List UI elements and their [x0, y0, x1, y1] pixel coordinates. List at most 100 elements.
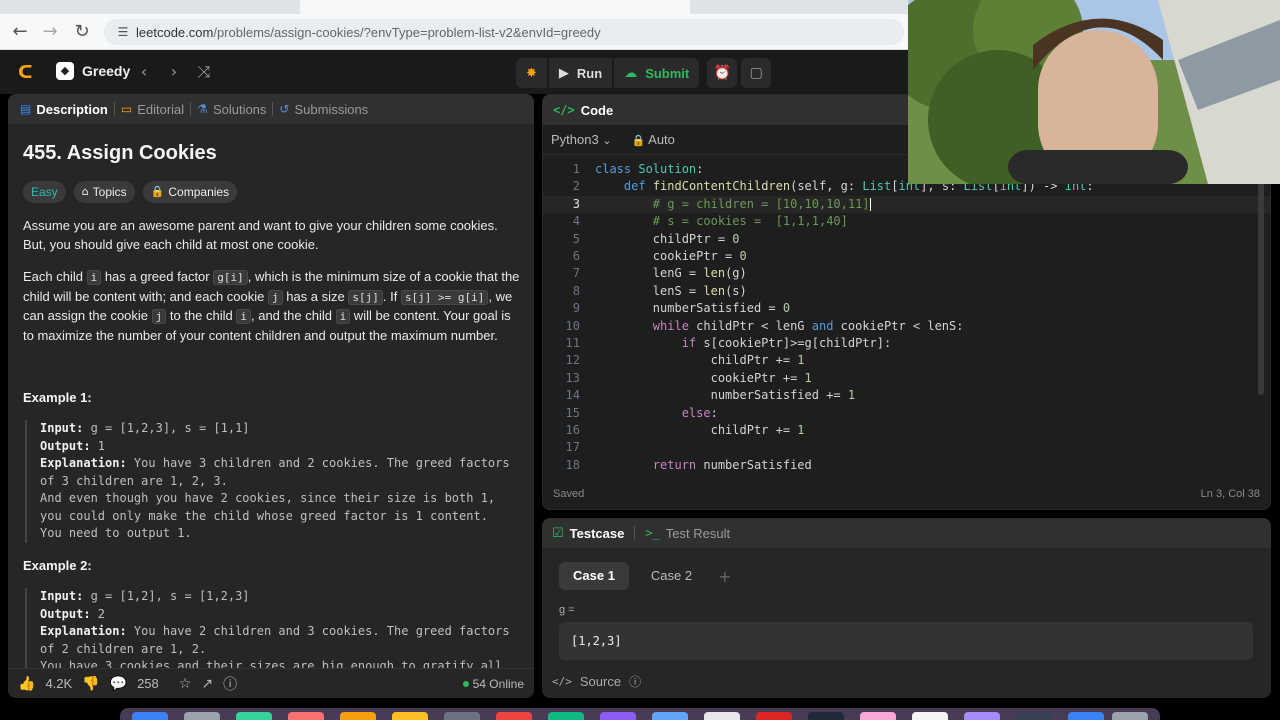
tab-testcase[interactable]: ☑ Testcase [552, 526, 624, 541]
share-icon[interactable]: ↗ [201, 676, 213, 692]
problem-list-button[interactable]: ◆ Greedy [56, 62, 130, 80]
tab-test-result[interactable]: >_ Test Result [645, 526, 730, 541]
code-line: 17 [565, 440, 580, 455]
code-title: Code [580, 102, 614, 118]
difficulty-badge: Easy [23, 181, 66, 203]
flask-icon: ⚗ [197, 102, 208, 116]
browser-tab[interactable] [300, 0, 690, 14]
case-tab-2[interactable]: Case 2 [637, 562, 706, 590]
tab-solutions[interactable]: ⚗ Solutions [191, 94, 272, 124]
case-tabs: Case 1 Case 2 + [559, 562, 732, 590]
online-dot [462, 681, 469, 687]
dock-app-icon[interactable] [236, 712, 272, 720]
comment-icon[interactable]: 💬 [110, 676, 127, 692]
dock-app-icon[interactable] [1068, 712, 1104, 720]
dock-app-icon[interactable] [132, 712, 168, 720]
help-icon[interactable]: ⓘ [223, 674, 237, 694]
example-2-block: Input: g = [1,2], s = [1,2,3] Output: 2 … [25, 588, 521, 676]
timer-icon[interactable]: ⏰ [707, 58, 738, 88]
add-case-icon[interactable]: + [718, 567, 731, 586]
dock-app-icon[interactable] [496, 712, 532, 720]
cursor-position: Ln 3, Col 38 [1200, 488, 1260, 500]
dock-app-icon[interactable] [860, 712, 896, 720]
dock-app-icon[interactable] [288, 712, 324, 720]
debug-icon[interactable]: ✸ [516, 58, 547, 88]
dock-app-icon[interactable] [964, 712, 1000, 720]
dock-app-icon[interactable] [808, 712, 844, 720]
dock-app-icon[interactable] [756, 712, 792, 720]
dock-app-icon[interactable] [340, 712, 376, 720]
next-problem-icon[interactable]: › [164, 62, 184, 82]
variable-label: g = [559, 604, 575, 616]
browser-toolbar: ← → ↻ ☰ leetcode.com/problems/assign-coo… [0, 14, 908, 50]
notes-icon[interactable]: ▢ [741, 58, 772, 88]
url-text[interactable]: leetcode.com/problems/assign-cookies/?en… [136, 25, 601, 40]
dock-app-icon[interactable] [1016, 712, 1052, 720]
webcam-image [908, 0, 1280, 184]
tag-icon: ⌂ [81, 185, 89, 198]
tab-editorial[interactable]: ▭ Editorial [115, 94, 190, 124]
chevron-down-icon: ⌄ [602, 134, 612, 147]
reload-icon[interactable]: ↻ [70, 20, 94, 44]
dock-app-icon[interactable] [184, 712, 220, 720]
document-icon: ▤ [20, 102, 32, 116]
submit-button[interactable]: ☁ Submit [614, 58, 700, 88]
save-status: Saved [553, 488, 585, 500]
thumbs-down-icon[interactable]: 👎 [82, 676, 99, 692]
dock-app-icon[interactable] [600, 712, 636, 720]
code-line: 10 while childPtr < lenG and cookiePtr <… [565, 318, 964, 333]
dock-app-icon[interactable] [392, 712, 428, 720]
source-link[interactable]: </> Source ⓘ [552, 673, 641, 690]
run-button[interactable]: ▶ Run [548, 58, 613, 88]
auto-toggle[interactable]: 🔒 Auto [632, 132, 675, 147]
editor-scrollbar[interactable] [1258, 165, 1264, 395]
dock-app-icon[interactable] [1112, 712, 1148, 720]
code-line: 11 if s[cookiePtr]>=g[childPtr]: [565, 336, 892, 350]
editor-status-bar: Saved Ln 3, Col 38 [543, 479, 1270, 509]
code-editor[interactable]: 1 class Solution: 2 def findContentChildr… [543, 161, 1270, 472]
code-icon: </> [553, 103, 575, 117]
variable-input[interactable]: [1,2,3] [559, 622, 1253, 660]
tab-submissions[interactable]: ↺ Submissions [273, 94, 374, 124]
dock-app-icon[interactable] [548, 712, 584, 720]
comment-count: 258 [137, 676, 159, 691]
cloud-upload-icon: ☁ [624, 65, 638, 81]
code-line: 12 childPtr += 1 [565, 353, 805, 368]
thumbs-up-icon[interactable]: 👍 [18, 676, 35, 692]
code-line: 8 lenS = len(s) [572, 283, 747, 298]
text-cursor [869, 197, 871, 211]
dock-app-icon[interactable] [704, 712, 740, 720]
problem-title[interactable]: 455. Assign Cookies [23, 142, 523, 165]
code-line: 14 numberSatisfied += 1 [565, 388, 856, 403]
dock-app-icon[interactable] [444, 712, 480, 720]
testcase-panel: ☑ Testcase >_ Test Result Case 1 Case 2 + … [542, 518, 1271, 698]
code-line: 15 else: [565, 405, 718, 420]
back-icon[interactable]: ← [8, 20, 32, 44]
forward-icon[interactable]: → [38, 20, 62, 44]
prev-problem-icon[interactable]: ‹ [134, 62, 154, 82]
code-line: 5 childPtr = 0 [572, 231, 740, 246]
tab-description[interactable]: ▤ Description [14, 94, 114, 124]
example-2-heading: Example 2: [23, 558, 92, 573]
language-select[interactable]: Python3 ⌄ [551, 132, 612, 147]
code-line: 4 # s = cookies = [1,1,1,40] [572, 214, 848, 229]
left-tabs: ▤ Description ▭ Editorial ⚗ Solutions ↺ Subm… [8, 94, 534, 124]
companies-button[interactable]: 🔒 Companies [142, 181, 238, 203]
address-bar[interactable]: ☰ leetcode.com/problems/assign-cookies/?… [104, 19, 904, 45]
like-count: 4.2K [45, 676, 73, 691]
star-icon[interactable]: ☆ [179, 676, 192, 692]
dock-app-icon[interactable] [652, 712, 688, 720]
dock-app-icon[interactable] [912, 712, 948, 720]
play-icon: ▶ [558, 65, 569, 81]
example-1-block: Input: g = [1,2,3], s = [1,1] Output: 1 … [25, 420, 521, 543]
shuffle-icon[interactable]: ⤨ [194, 62, 214, 82]
site-settings-icon[interactable]: ☰ [114, 23, 132, 41]
online-count: 54 Online [462, 677, 524, 691]
topics-button[interactable]: ⌂ Topics [73, 181, 135, 203]
case-tab-1[interactable]: Case 1 [559, 562, 629, 590]
code-line: 18 return numberSatisfied [565, 457, 812, 472]
example-1-heading: Example 1: [23, 390, 92, 405]
checkbox-icon: ☑ [552, 525, 564, 541]
leetcode-logo-icon[interactable]: ᑕ [18, 62, 38, 84]
code-line: 6 cookiePtr = 0 [572, 249, 747, 263]
